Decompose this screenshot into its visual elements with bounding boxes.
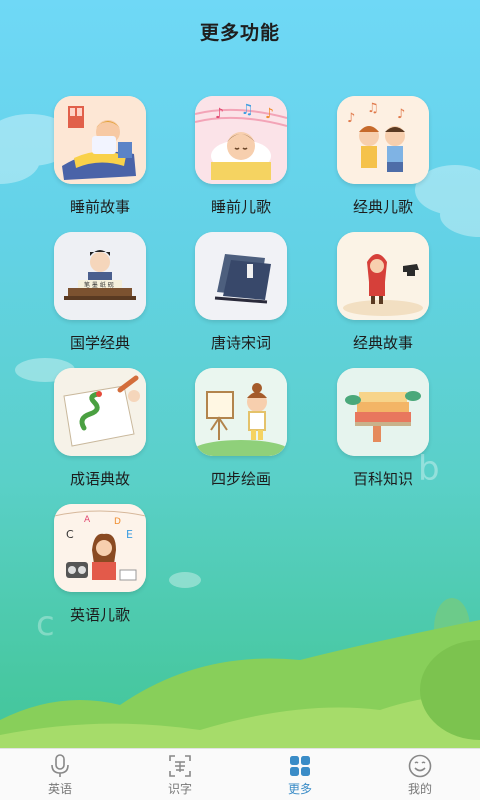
feature-label: 百科知识 [352,470,413,488]
tab-label: 识字 [167,782,192,796]
feature-tile-classic-story[interactable]: 经典故事 [337,232,429,353]
svg-text:A: A [84,515,91,525]
bedtime-song-icon: ♪ ♫ ♪ [195,96,287,184]
tab-label: 英语 [47,782,72,796]
tab-english[interactable]: 英语 [0,749,120,800]
feature-label: 四步绘画 [210,470,271,488]
feature-tile-chinese-classics[interactable]: 笔 墨 纸 砚 国学经典 [54,232,146,353]
svg-text:E: E [126,528,133,541]
svg-text:笔 墨 纸 砚: 笔 墨 纸 砚 [84,281,114,289]
bottom-tab-bar: 英语 识字 更多 我的 [0,748,480,800]
classic-song-icon: ♪ ♫ ♪ [337,96,429,184]
tang-poetry-icon [195,232,287,320]
tab-mine[interactable]: 我的 [360,749,480,800]
drawing-icon [195,368,287,456]
feature-tile-bedtime-story[interactable]: 睡前故事 [54,96,146,217]
tab-label: 我的 [407,782,432,796]
page-title: 更多功能 [199,22,280,44]
feature-tile-encyclopedia[interactable]: 百科知识 [337,368,429,489]
tab-label: 更多 [287,782,312,796]
scan-character-icon [169,755,191,777]
feature-tile-tang-poetry[interactable]: 唐诗宋词 [195,232,287,353]
grid-icon [290,756,310,776]
classic-story-icon [337,232,429,320]
feature-label: 国学经典 [69,334,130,352]
smiley-icon [408,754,432,778]
feature-tile-english-song[interactable]: C E A D 英语儿歌 [54,504,146,625]
idiom-story-icon [54,368,146,456]
svg-text:♪: ♪ [215,106,224,122]
feature-label: 成语典故 [69,470,130,488]
svg-text:♪: ♪ [397,107,405,122]
feature-tile-classic-song[interactable]: ♪ ♫ ♪ 经典儿歌 [337,96,429,217]
svg-text:♪: ♪ [347,111,355,126]
chinese-classics-icon: 笔 墨 纸 砚 [54,232,146,320]
svg-text:D: D [114,517,121,527]
feature-tile-idiom-story[interactable]: 成语典故 [54,368,146,489]
svg-text:♪: ♪ [265,106,274,122]
tab-more[interactable]: 更多 [240,749,360,800]
encyclopedia-icon [337,368,429,456]
feature-tile-bedtime-song[interactable]: ♪ ♫ ♪ 睡前儿歌 [195,96,287,217]
svg-text:♫: ♫ [367,101,379,116]
svg-text:♫: ♫ [241,102,254,118]
feature-label: 经典儿歌 [352,198,413,216]
microphone-icon [51,754,69,777]
feature-label: 睡前故事 [69,198,130,216]
feature-label: 经典故事 [352,334,413,352]
feature-label: 睡前儿歌 [210,198,271,216]
feature-label: 英语儿歌 [69,606,130,624]
feature-tile-drawing[interactable]: 四步绘画 [195,368,287,489]
feature-label: 唐诗宋词 [210,334,271,352]
svg-text:C: C [66,528,74,541]
bedtime-story-icon [54,96,146,184]
english-song-icon: C E A D [54,504,146,592]
tab-literacy[interactable]: 识字 [120,749,240,800]
